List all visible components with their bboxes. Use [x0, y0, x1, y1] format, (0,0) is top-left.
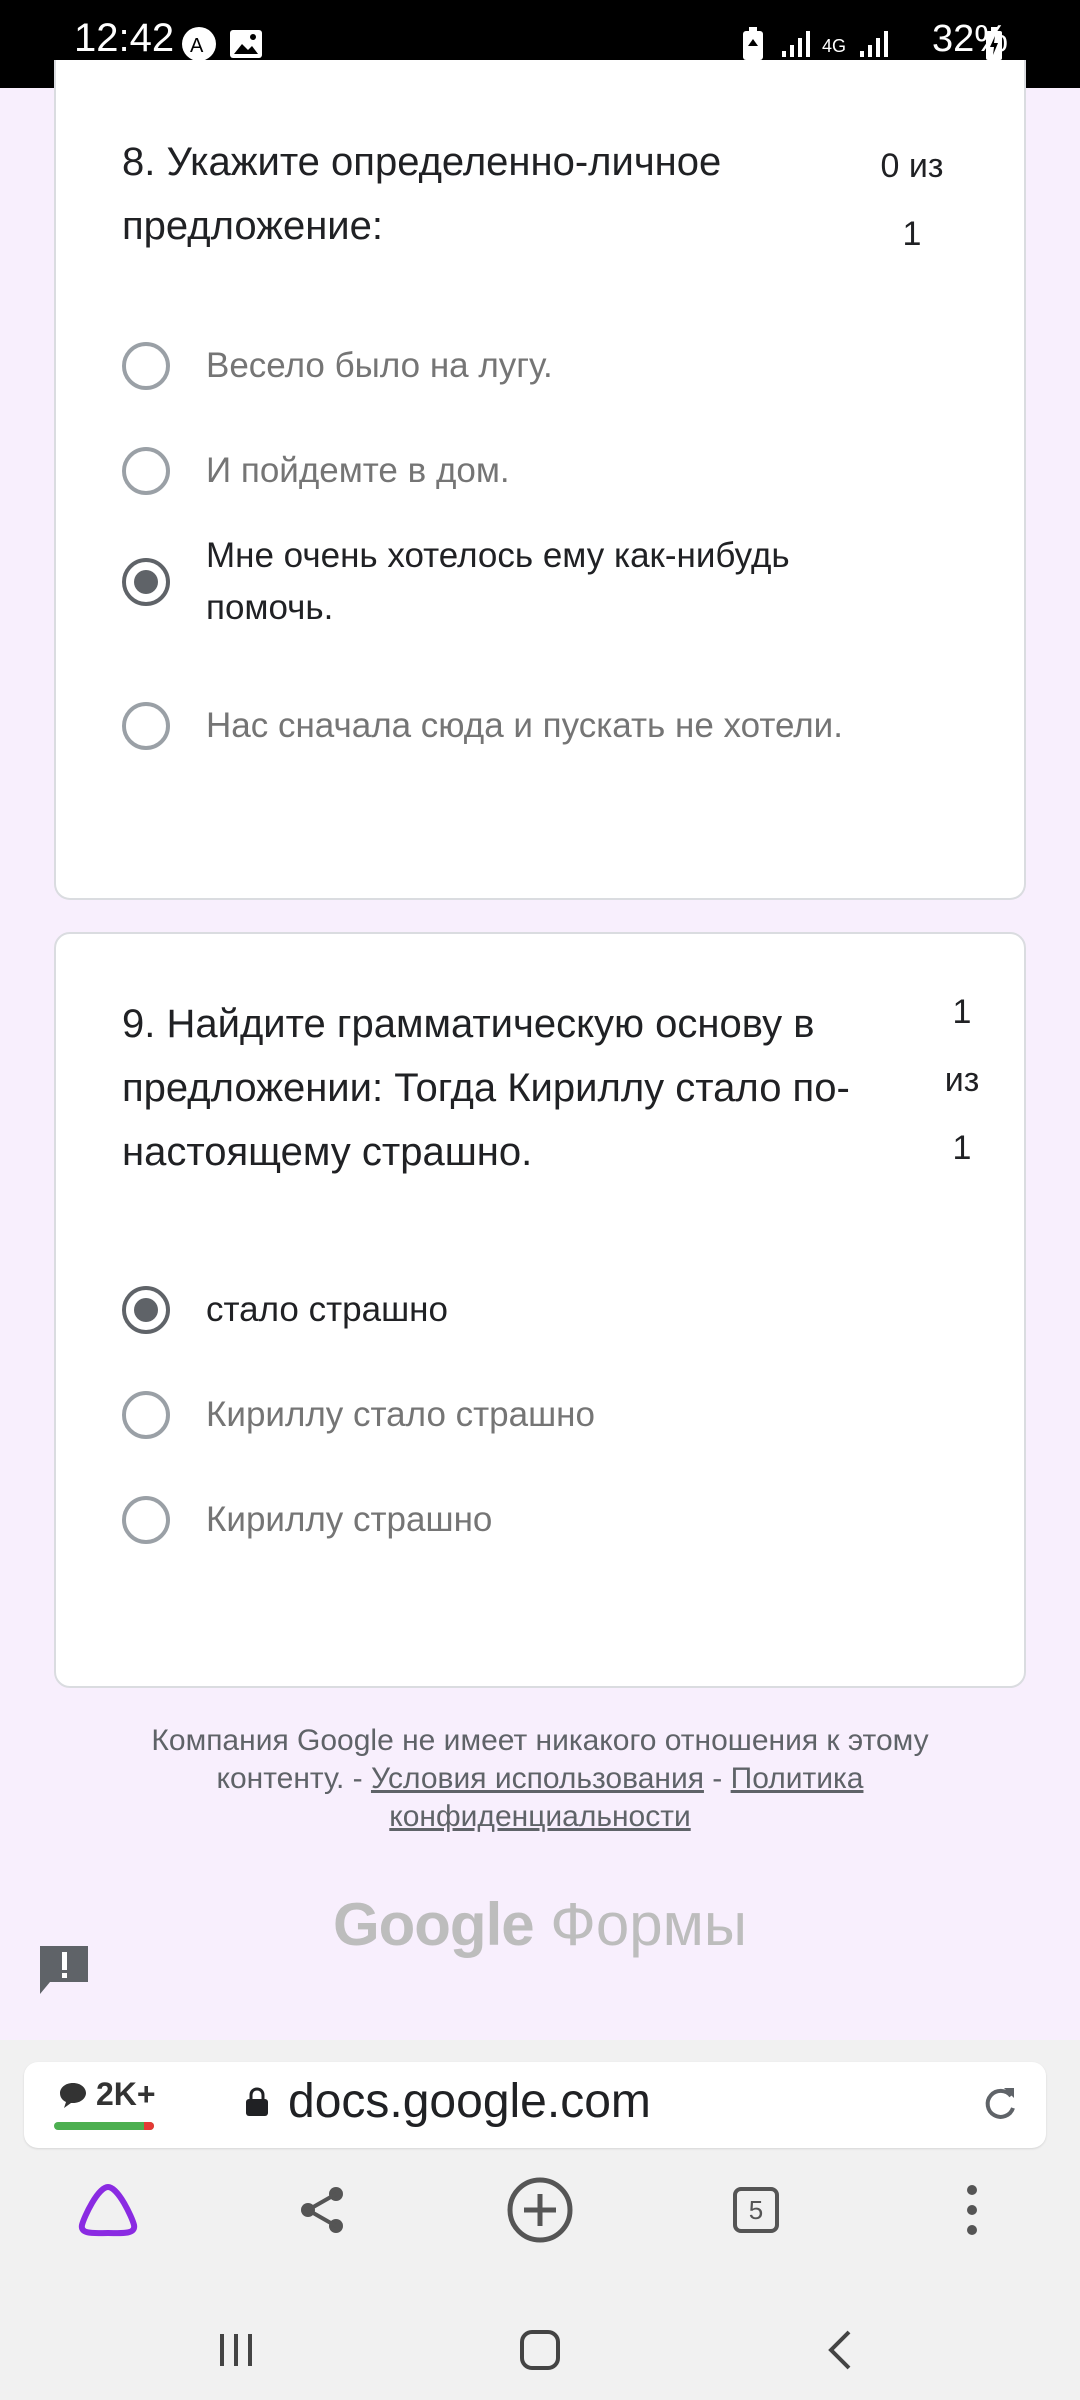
radio-option-selected[interactable]: Мне очень хотелось ему как-нибудь помочь… — [122, 530, 982, 634]
separator: - — [712, 1762, 723, 1795]
radio-button-checked[interactable] — [122, 558, 170, 606]
signal-icon — [780, 29, 812, 63]
svg-text:A: A — [190, 35, 204, 57]
question-points: 1 из 1 — [944, 993, 980, 1167]
radio-button[interactable] — [122, 447, 170, 495]
tabs-count: 5 — [733, 2187, 779, 2233]
back-icon[interactable] — [800, 2310, 880, 2390]
radio-button[interactable] — [122, 342, 170, 390]
reload-icon[interactable] — [980, 2084, 1020, 2128]
recent-apps-icon[interactable] — [196, 2310, 276, 2390]
comment-icon — [60, 2082, 86, 2108]
brand-forms: Формы — [550, 1891, 748, 1958]
radio-option[interactable]: Кириллу страшно — [122, 1494, 982, 1546]
lock-icon — [246, 2086, 268, 2116]
comments-count: 2K+ — [96, 2076, 156, 2112]
option-label: Мне очень хотелось ему как-нибудь помочь… — [206, 536, 790, 627]
question-title: 9. Найдите грамматическую основу в предл… — [122, 1002, 850, 1174]
option-label: Весело было на лугу. — [206, 346, 553, 385]
more-menu-icon[interactable] — [932, 2170, 1012, 2250]
home-icon[interactable] — [500, 2310, 580, 2390]
question-card-8: 8. Укажите определенно-личное предложени… — [54, 60, 1026, 900]
footer-disclaimer: Компания Google не имеет никакого отноше… — [100, 1722, 980, 1836]
radio-option[interactable]: И пойдемте в дом. — [122, 445, 982, 497]
option-label: стало страшно — [206, 1290, 448, 1329]
google-forms-logo: Google Формы — [0, 1890, 1080, 1959]
option-label: Нас сначала сюда и пускать не хотели. — [206, 706, 843, 745]
radio-button-checked[interactable] — [122, 1286, 170, 1334]
url-text[interactable]: docs.google.com — [244, 2074, 651, 2129]
question-title: 8. Укажите определенно-личное предложени… — [122, 140, 722, 248]
system-navigation-bar — [0, 2300, 1080, 2400]
radio-option[interactable]: Весело было на лугу. — [122, 340, 982, 392]
radio-option[interactable]: Кириллу стало страшно — [122, 1389, 982, 1441]
radio-option[interactable]: Нас сначала сюда и пускать не хотели. — [122, 700, 982, 752]
signal-icon — [858, 29, 890, 63]
rating-bar — [54, 2122, 154, 2130]
option-label: Кириллу стало страшно — [206, 1395, 595, 1434]
network-type: 4G — [822, 36, 847, 56]
share-icon[interactable] — [282, 2170, 362, 2250]
question-points: 0 из 1 — [880, 147, 944, 253]
radio-button[interactable] — [122, 1496, 170, 1544]
comments-badge[interactable]: 2K+ — [58, 2076, 156, 2113]
radio-button[interactable] — [122, 1391, 170, 1439]
alice-assistant-icon[interactable] — [68, 2170, 148, 2250]
report-feedback-icon[interactable] — [36, 1942, 92, 1998]
brand-google: Google — [332, 1891, 535, 1958]
address-bar[interactable]: 2K+ docs.google.com — [24, 2062, 1046, 2148]
tabs-button[interactable]: 5 — [716, 2170, 796, 2250]
option-label: И пойдемте в дом. — [206, 451, 510, 490]
image-notification-icon — [228, 28, 264, 64]
browser-toolbar: 5 — [0, 2170, 1080, 2250]
option-label: Кириллу страшно — [206, 1500, 493, 1539]
url-domain: docs.google.com — [288, 2075, 651, 2128]
new-tab-icon[interactable] — [500, 2170, 580, 2250]
terms-link[interactable]: Условия использования — [371, 1762, 704, 1795]
status-time: 12:42 — [74, 16, 175, 60]
radio-button[interactable] — [122, 702, 170, 750]
radio-option-selected[interactable]: стало страшно — [122, 1284, 982, 1336]
question-card-9: 9. Найдите грамматическую основу в предл… — [54, 932, 1026, 1688]
